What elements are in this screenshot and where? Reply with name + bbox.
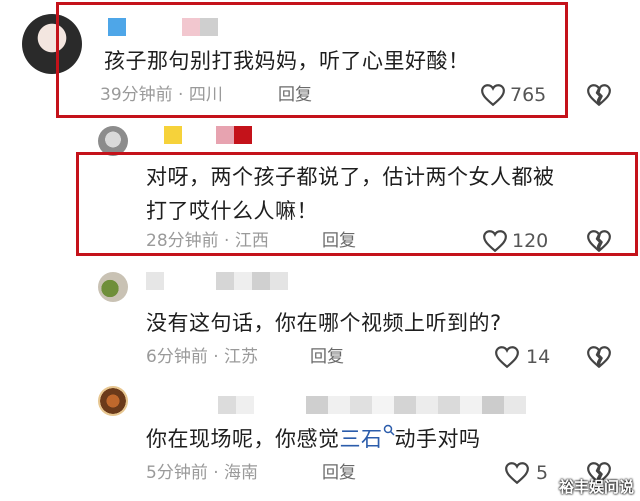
comment-text: 孩子那句别打我妈妈，听了心里好酸！ — [104, 49, 470, 73]
heart-icon[interactable] — [482, 229, 508, 253]
heart-icon[interactable] — [504, 461, 530, 485]
avatar[interactable] — [98, 386, 128, 416]
like-count: 120 — [512, 230, 549, 252]
username-masked — [218, 396, 254, 414]
username-masked — [146, 272, 164, 290]
username-masked — [306, 396, 526, 414]
broken-heart-icon[interactable] — [586, 83, 612, 107]
reply-button[interactable]: 回复 — [310, 346, 344, 368]
like-count: 765 — [510, 84, 547, 106]
comment-text: 打了哎什么人嘛！ — [146, 199, 318, 223]
reply-button[interactable]: 回复 — [322, 230, 356, 252]
reply-button[interactable]: 回复 — [278, 84, 312, 106]
broken-heart-icon[interactable] — [586, 229, 612, 253]
comment-meta: 5分钟前 · 海南 — [146, 463, 259, 483]
watermark: 裕丰娱问说 — [558, 478, 634, 496]
comment-text-part: 你在现场呢，你感觉 — [146, 427, 340, 451]
comment-text: 你在现场呢，你感觉三石 动手对吗 — [146, 422, 481, 456]
reply-button[interactable]: 回复 — [322, 462, 356, 484]
comment-text-part: 动手对吗 — [394, 427, 481, 451]
comment-meta: 6分钟前 · 江苏 — [146, 347, 259, 367]
avatar[interactable] — [98, 272, 128, 302]
heart-icon[interactable] — [494, 345, 520, 369]
username-masked — [216, 126, 252, 144]
comment-meta: 28分钟前 · 江西 — [146, 231, 269, 251]
comment-text: 对呀，两个孩子都说了，估计两个女人都被 — [146, 165, 555, 189]
like-count: 5 — [536, 462, 549, 484]
comment-text: 没有这句话，你在哪个视频上听到的? — [146, 311, 502, 335]
broken-heart-icon[interactable] — [586, 345, 612, 369]
username-masked — [216, 272, 288, 290]
search-link[interactable]: 三石 — [340, 427, 383, 451]
comment-meta: 39分钟前 · 四川 — [100, 85, 223, 105]
like-count: 14 — [526, 346, 551, 368]
username-masked — [164, 126, 182, 144]
heart-icon[interactable] — [480, 83, 506, 107]
search-icon[interactable] — [383, 424, 395, 436]
